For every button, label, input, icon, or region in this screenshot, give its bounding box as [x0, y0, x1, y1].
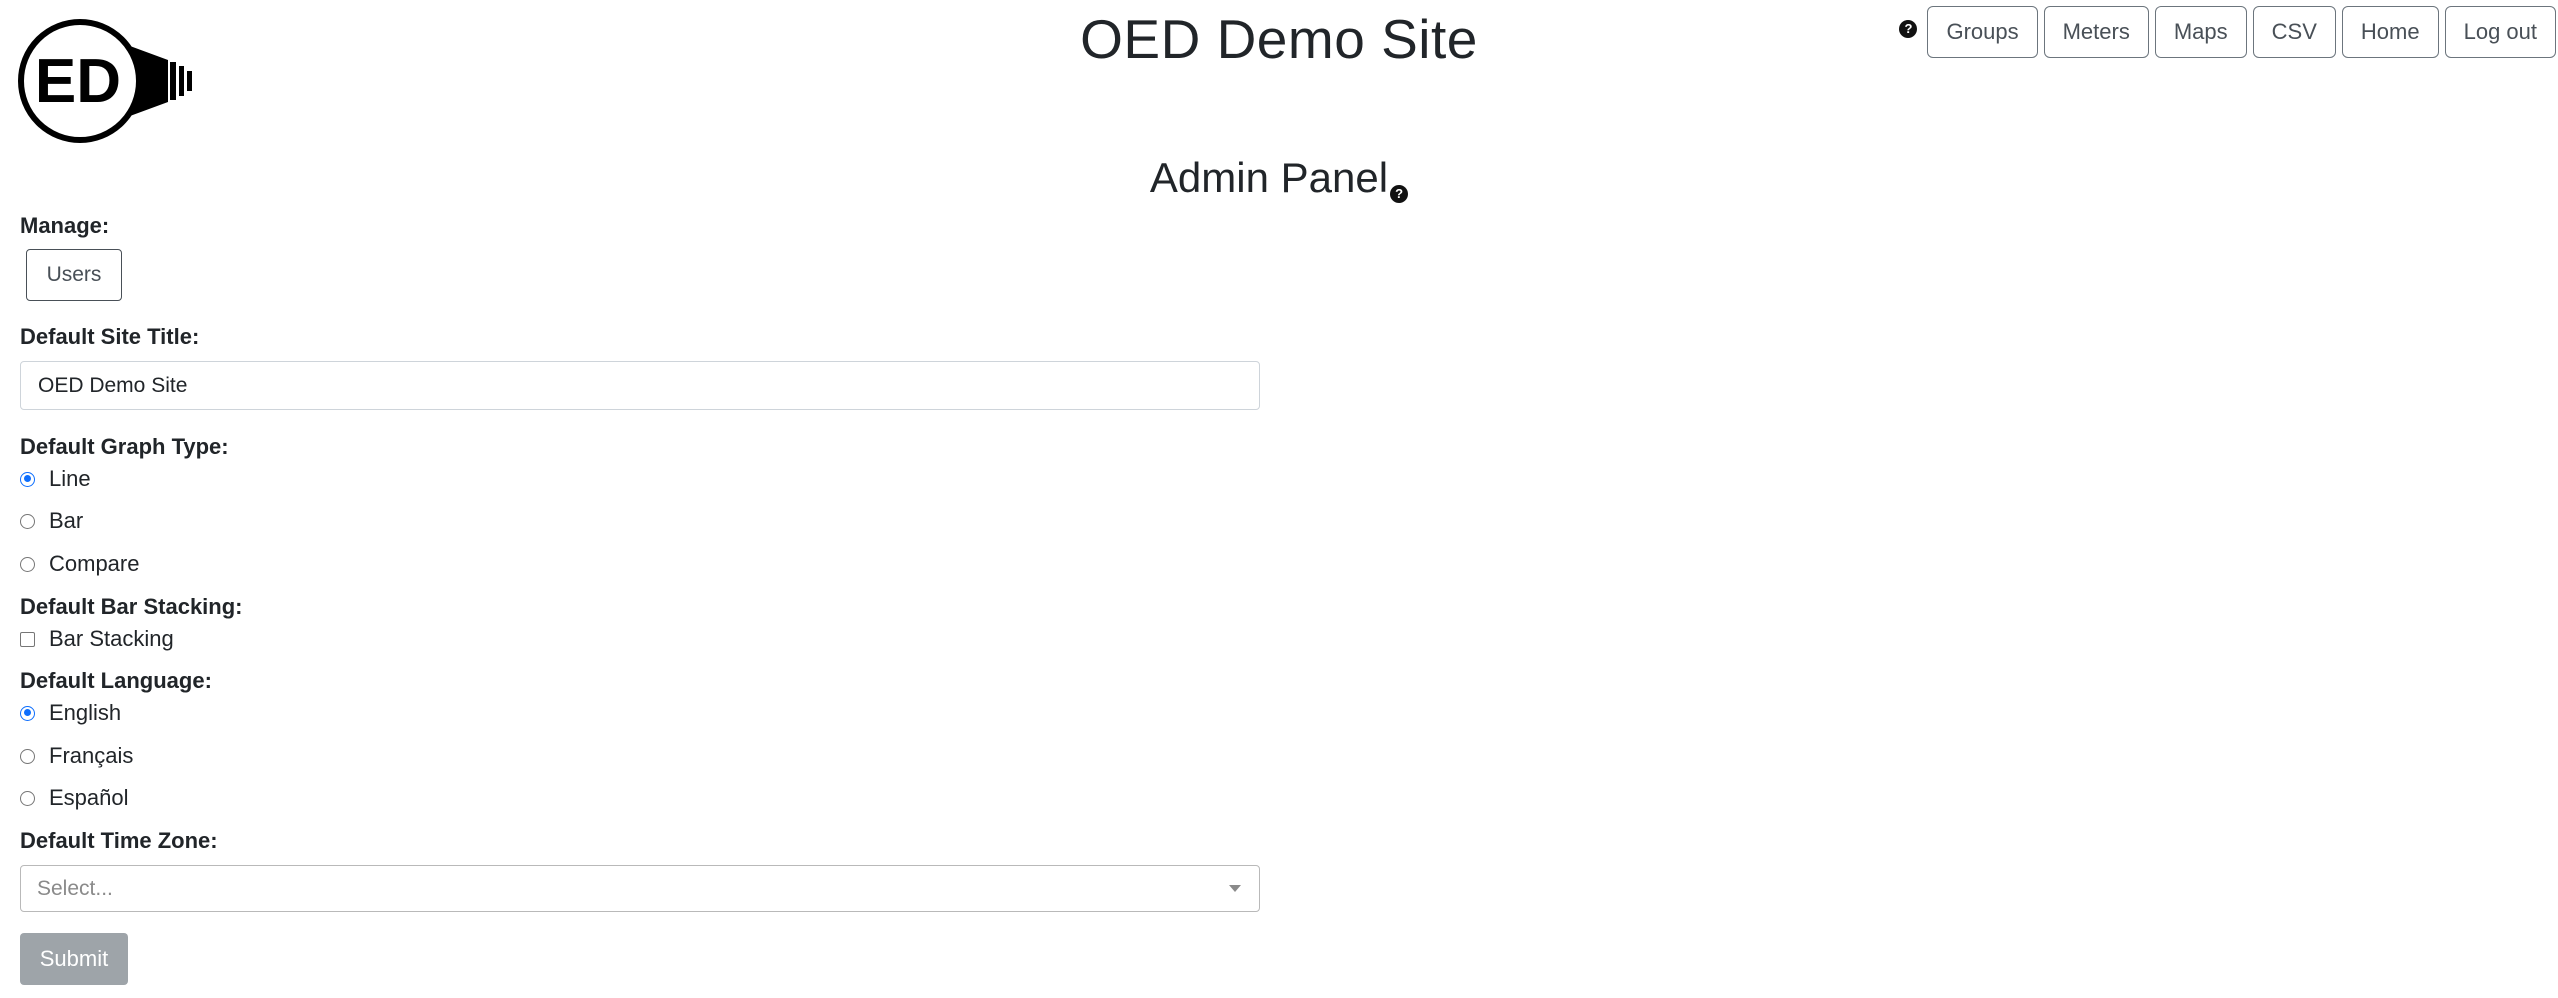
time-zone-placeholder: Select... — [37, 876, 113, 900]
language-english-label: English — [49, 700, 122, 725]
manage-label: Manage: — [20, 213, 110, 238]
users-button[interactable]: Users — [26, 249, 122, 301]
bar-stacking-option[interactable]: Bar Stacking — [20, 626, 174, 652]
language-option-espanol[interactable]: Español — [20, 785, 129, 811]
language-espanol-label: Español — [49, 785, 129, 810]
site-title-input[interactable] — [20, 361, 1260, 410]
language-label: Default Language: — [20, 668, 212, 693]
time-zone-label: Default Time Zone: — [20, 828, 218, 853]
graph-type-option-bar[interactable]: Bar — [20, 508, 83, 534]
site-title-label: Default Site Title: — [20, 324, 200, 349]
admin-panel-title: Admin Panel? — [0, 148, 2558, 208]
graph-type-line-label: Line — [49, 466, 91, 491]
admin-panel-title-text: Admin Panel — [1149, 154, 1389, 201]
graph-type-option-line[interactable]: Line — [20, 466, 91, 492]
graph-type-option-compare[interactable]: Compare — [20, 551, 139, 577]
question-circle-icon[interactable]: ? — [1390, 185, 1409, 203]
checkbox[interactable] — [20, 631, 35, 647]
graph-type-compare-label: Compare — [49, 551, 140, 576]
question-circle-icon[interactable]: ? — [1899, 20, 1918, 38]
language-option-english[interactable]: English — [20, 700, 121, 726]
nav-groups-button[interactable]: Groups — [1927, 6, 2038, 58]
graph-type-label: Default Graph Type: — [20, 434, 229, 459]
radio-button[interactable] — [20, 556, 35, 572]
submit-button[interactable]: Submit — [20, 933, 128, 985]
radio-button[interactable] — [20, 790, 35, 806]
nav-csv-button[interactable]: CSV — [2252, 6, 2336, 58]
radio-button[interactable] — [20, 705, 35, 721]
language-option-francais[interactable]: Français — [20, 743, 133, 769]
radio-button[interactable] — [20, 748, 35, 764]
page: ED OED Demo Site ? Groups Meters Maps CS… — [0, 0, 2558, 998]
nav-maps-button[interactable]: Maps — [2154, 6, 2247, 58]
top-nav: ? Groups Meters Maps CSV Home Log out — [1899, 6, 2556, 58]
language-francais-label: Français — [49, 743, 134, 768]
time-zone-select[interactable]: Select... — [20, 865, 1260, 912]
nav-home-button[interactable]: Home — [2341, 6, 2439, 58]
radio-button[interactable] — [20, 513, 35, 529]
bar-stacking-option-label: Bar Stacking — [49, 626, 174, 651]
graph-type-bar-label: Bar — [49, 508, 84, 533]
nav-meters-button[interactable]: Meters — [2043, 6, 2149, 58]
radio-button[interactable] — [20, 471, 35, 487]
chevron-down-icon[interactable] — [1229, 885, 1241, 892]
nav-logout-button[interactable]: Log out — [2444, 6, 2556, 58]
bar-stacking-label: Default Bar Stacking: — [20, 594, 243, 619]
